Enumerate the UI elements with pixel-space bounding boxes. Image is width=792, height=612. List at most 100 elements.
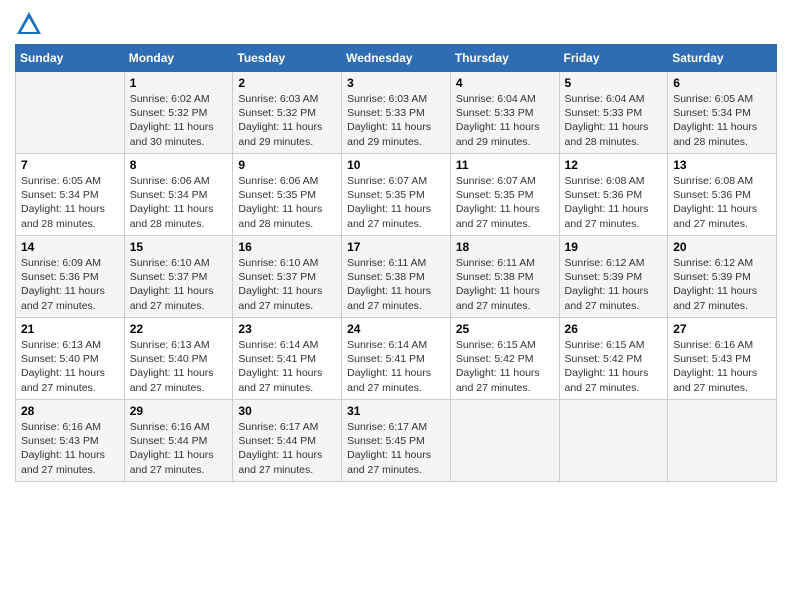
day-number: 4 [456,76,554,90]
page-container: SundayMondayTuesdayWednesdayThursdayFrid… [0,0,792,487]
calendar-cell: 20Sunrise: 6:12 AM Sunset: 5:39 PM Dayli… [668,236,777,318]
calendar-cell: 18 Sunrise: 6:11 AM Sunset: 5:38 PM Dayli… [450,236,559,318]
day-info: Sunrise: 6:16 AM Sunset: 5:43 PM Dayligh… [21,420,119,477]
calendar-cell: 7 Sunrise: 6:05 AM Sunset: 5:34 PM Daylig… [16,154,125,236]
day-info: Sunrise: 6:14 AM Sunset: 5:41 PM Dayligh… [347,338,445,395]
logo-icon [15,10,43,38]
calendar-cell: 31Sunrise: 6:17 AM Sunset: 5:45 PM Dayli… [342,400,451,482]
day-info: Sunrise: 6:06 AM Sunset: 5:35 PM Dayligh… [238,174,336,231]
day-info: Sunrise: 6:16 AM Sunset: 5:43 PM Dayligh… [673,338,771,395]
day-info: Sunrise: 6:11 AM Sunset: 5:38 PM Dayligh… [456,256,554,313]
day-info: Sunrise: 6:12 AM Sunset: 5:39 PM Dayligh… [565,256,663,313]
day-info: Sunrise: 6:15 AM Sunset: 5:42 PM Dayligh… [456,338,554,395]
day-number: 16 [238,240,336,254]
calendar-cell: 12 Sunrise: 6:08 AM Sunset: 5:36 PM Dayli… [559,154,668,236]
day-number: 18 [456,240,554,254]
day-number: 26 [565,322,663,336]
day-info: Sunrise: 6:15 AM Sunset: 5:42 PM Dayligh… [565,338,663,395]
day-number: 5 [565,76,663,90]
calendar-week-2: 7 Sunrise: 6:05 AM Sunset: 5:34 PM Daylig… [16,154,777,236]
day-number: 27 [673,322,771,336]
calendar-cell: 22Sunrise: 6:13 AM Sunset: 5:40 PM Dayli… [124,318,233,400]
day-number: 20 [673,240,771,254]
calendar-cell: 23 Sunrise: 6:14 AM Sunset: 5:41 PM Dayli… [233,318,342,400]
day-number: 19 [565,240,663,254]
day-info: Sunrise: 6:05 AM Sunset: 5:34 PM Dayligh… [673,92,771,149]
day-info: Sunrise: 6:03 AM Sunset: 5:32 PM Dayligh… [238,92,336,149]
logo [15,10,47,38]
day-info: Sunrise: 6:05 AM Sunset: 5:34 PM Dayligh… [21,174,119,231]
calendar-cell: 19 Sunrise: 6:12 AM Sunset: 5:39 PM Dayli… [559,236,668,318]
calendar-cell [450,400,559,482]
calendar-week-3: 14 Sunrise: 6:09 AM Sunset: 5:36 PM Dayli… [16,236,777,318]
day-number: 28 [21,404,119,418]
calendar-cell: 27 Sunrise: 6:16 AM Sunset: 5:43 PM Dayli… [668,318,777,400]
day-number: 22 [130,322,228,336]
day-number: 7 [21,158,119,172]
header [15,10,777,38]
calendar-cell: 25 Sunrise: 6:15 AM Sunset: 5:42 PM Dayli… [450,318,559,400]
calendar-week-4: 21 Sunrise: 6:13 AM Sunset: 5:40 PM Dayli… [16,318,777,400]
calendar-header-saturday: Saturday [668,45,777,72]
day-info: Sunrise: 6:07 AM Sunset: 5:35 PM Dayligh… [347,174,445,231]
day-number: 15 [130,240,228,254]
calendar-cell: 5 Sunrise: 6:04 AM Sunset: 5:33 PM Daylig… [559,72,668,154]
day-number: 10 [347,158,445,172]
day-number: 2 [238,76,336,90]
calendar-cell: 4 Sunrise: 6:04 AM Sunset: 5:33 PM Daylig… [450,72,559,154]
calendar-cell: 17 Sunrise: 6:11 AM Sunset: 5:38 PM Dayli… [342,236,451,318]
day-info: Sunrise: 6:08 AM Sunset: 5:36 PM Dayligh… [565,174,663,231]
day-info: Sunrise: 6:17 AM Sunset: 5:44 PM Dayligh… [238,420,336,477]
calendar-cell: 13 Sunrise: 6:08 AM Sunset: 5:36 PM Dayli… [668,154,777,236]
day-number: 1 [130,76,228,90]
calendar-cell: 6Sunrise: 6:05 AM Sunset: 5:34 PM Daylig… [668,72,777,154]
calendar-week-1: 1Sunrise: 6:02 AM Sunset: 5:32 PM Daylig… [16,72,777,154]
calendar-cell: 10 Sunrise: 6:07 AM Sunset: 5:35 PM Dayli… [342,154,451,236]
calendar-cell: 15 Sunrise: 6:10 AM Sunset: 5:37 PM Dayli… [124,236,233,318]
day-number: 17 [347,240,445,254]
day-info: Sunrise: 6:16 AM Sunset: 5:44 PM Dayligh… [130,420,228,477]
day-number: 9 [238,158,336,172]
day-number: 11 [456,158,554,172]
calendar-header-wednesday: Wednesday [342,45,451,72]
day-number: 23 [238,322,336,336]
calendar-cell: 3 Sunrise: 6:03 AM Sunset: 5:33 PM Daylig… [342,72,451,154]
calendar-cell: 1Sunrise: 6:02 AM Sunset: 5:32 PM Daylig… [124,72,233,154]
calendar-cell: 24Sunrise: 6:14 AM Sunset: 5:41 PM Dayli… [342,318,451,400]
calendar-header-tuesday: Tuesday [233,45,342,72]
calendar-cell: 16 Sunrise: 6:10 AM Sunset: 5:37 PM Dayli… [233,236,342,318]
day-info: Sunrise: 6:08 AM Sunset: 5:36 PM Dayligh… [673,174,771,231]
day-info: Sunrise: 6:07 AM Sunset: 5:35 PM Dayligh… [456,174,554,231]
day-info: Sunrise: 6:10 AM Sunset: 5:37 PM Dayligh… [238,256,336,313]
day-info: Sunrise: 6:14 AM Sunset: 5:41 PM Dayligh… [238,338,336,395]
calendar-cell: 14 Sunrise: 6:09 AM Sunset: 5:36 PM Dayli… [16,236,125,318]
day-info: Sunrise: 6:04 AM Sunset: 5:33 PM Dayligh… [565,92,663,149]
day-number: 13 [673,158,771,172]
calendar-cell: 30 Sunrise: 6:17 AM Sunset: 5:44 PM Dayli… [233,400,342,482]
calendar-header-friday: Friday [559,45,668,72]
calendar-table: SundayMondayTuesdayWednesdayThursdayFrid… [15,44,777,482]
calendar-header-row: SundayMondayTuesdayWednesdayThursdayFrid… [16,45,777,72]
day-info: Sunrise: 6:09 AM Sunset: 5:36 PM Dayligh… [21,256,119,313]
calendar-cell [559,400,668,482]
day-info: Sunrise: 6:10 AM Sunset: 5:37 PM Dayligh… [130,256,228,313]
calendar-cell [668,400,777,482]
calendar-header-thursday: Thursday [450,45,559,72]
day-number: 30 [238,404,336,418]
day-number: 3 [347,76,445,90]
calendar-cell: 8Sunrise: 6:06 AM Sunset: 5:34 PM Daylig… [124,154,233,236]
day-number: 25 [456,322,554,336]
day-info: Sunrise: 6:04 AM Sunset: 5:33 PM Dayligh… [456,92,554,149]
day-info: Sunrise: 6:13 AM Sunset: 5:40 PM Dayligh… [21,338,119,395]
day-info: Sunrise: 6:11 AM Sunset: 5:38 PM Dayligh… [347,256,445,313]
day-number: 12 [565,158,663,172]
calendar-week-5: 28 Sunrise: 6:16 AM Sunset: 5:43 PM Dayli… [16,400,777,482]
calendar-header-sunday: Sunday [16,45,125,72]
calendar-cell: 29Sunrise: 6:16 AM Sunset: 5:44 PM Dayli… [124,400,233,482]
day-info: Sunrise: 6:17 AM Sunset: 5:45 PM Dayligh… [347,420,445,477]
calendar-header-monday: Monday [124,45,233,72]
day-info: Sunrise: 6:03 AM Sunset: 5:33 PM Dayligh… [347,92,445,149]
day-number: 14 [21,240,119,254]
calendar-cell [16,72,125,154]
day-number: 21 [21,322,119,336]
